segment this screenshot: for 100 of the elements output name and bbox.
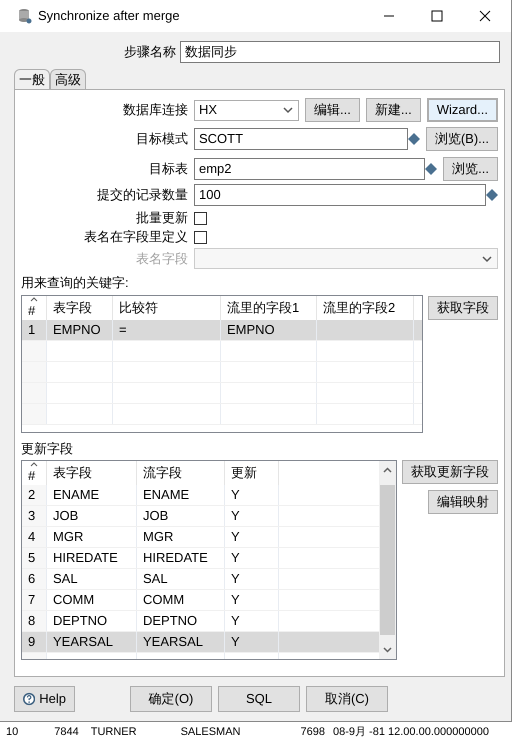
field-label: 步骤名称: [124, 43, 176, 62]
scroll-up-icon[interactable]: [383, 467, 392, 473]
table-cell: 6: [22, 569, 47, 589]
dialog-button[interactable]: SQL: [218, 686, 300, 712]
help-button[interactable]: Help: [14, 686, 75, 712]
table-cell: Y: [225, 632, 279, 652]
checkbox[interactable]: [194, 212, 207, 224]
field-label: 提交的记录数量: [97, 186, 188, 204]
checkbox[interactable]: [194, 230, 207, 244]
connection-dropdown[interactable]: HX: [194, 100, 300, 120]
field-label: 表名在字段里定义: [84, 228, 188, 246]
table-cell: Y: [225, 527, 279, 547]
connection-button[interactable]: Wizard...: [426, 98, 498, 122]
window-title: Synchronize after merge: [38, 7, 180, 26]
table-cell: COMM: [47, 590, 137, 610]
variable-icon: [408, 133, 420, 145]
table-cell-text: SALESMAN: [180, 724, 240, 740]
section-label: 更新字段: [21, 440, 74, 458]
browse-button[interactable]: 浏览(B)...: [426, 127, 498, 151]
table-cell: 7: [22, 590, 47, 610]
table-cell: ENAME: [137, 485, 225, 505]
table-cell: 4: [22, 527, 47, 547]
sort-caret-icon: [30, 296, 38, 302]
connection-button[interactable]: 编辑...: [305, 98, 360, 122]
table-row[interactable]: 6 SAL SAL Y: [22, 569, 379, 590]
scroll-down-icon[interactable]: [383, 647, 392, 653]
field-label: 目标模式: [136, 130, 188, 148]
table-row[interactable]: 4 MGR MGR Y: [22, 527, 379, 548]
empty-table-row[interactable]: [22, 404, 422, 424]
table-cell: EMPNO: [221, 320, 317, 340]
table-cell: EMPNO: [47, 320, 113, 340]
table-cell-text: 08-9月 -81 12.00.00.000000000: [332, 724, 489, 740]
table-cell: 9: [22, 632, 47, 652]
table-cell: Y: [225, 485, 279, 505]
table-row[interactable]: 8 DEPTNO DEPTNO Y: [22, 611, 379, 632]
table-row[interactable]: 2 ENAME ENAME Y: [22, 485, 379, 506]
table-cell: JOB: [137, 506, 225, 526]
table-cell: MGR: [47, 527, 137, 547]
table-row[interactable]: 7 COMM COMM Y: [22, 590, 379, 611]
table-row[interactable]: 9 YEARSAL YEARSAL Y: [22, 632, 379, 653]
variable-icon: [486, 189, 498, 201]
table-cell: JOB: [47, 506, 137, 526]
table-cell: 8: [22, 611, 47, 631]
text-field[interactable]: 100: [194, 184, 486, 206]
get-fields-button[interactable]: 获取字段: [428, 296, 498, 320]
tab[interactable]: 一般: [14, 69, 50, 89]
help-icon: [23, 691, 36, 707]
maximize-icon[interactable]: [431, 10, 443, 22]
text-field[interactable]: 数据同步: [180, 41, 500, 63]
table-cell: 2: [22, 485, 47, 505]
database-icon: [18, 8, 32, 24]
dialog-button[interactable]: 取消(C): [306, 686, 388, 712]
field-label: 数据库连接: [123, 101, 188, 120]
table-cell: YEARSAL: [137, 632, 225, 652]
empty-table-row[interactable]: [22, 362, 422, 382]
connection-button[interactable]: 新建...: [366, 98, 421, 122]
empty-table-row[interactable]: [22, 382, 422, 404]
dialog-button[interactable]: 确定(O): [130, 686, 212, 712]
table-cell: Y: [225, 569, 279, 589]
field-action-button[interactable]: 编辑映射: [428, 490, 498, 514]
field-label: 表名字段: [136, 250, 188, 268]
table-cell: Y: [225, 506, 279, 526]
table-cell-text: 7844: [54, 724, 79, 740]
table-cell: COMM: [137, 590, 225, 610]
table-cell-text: TURNER: [90, 724, 137, 740]
section-label: 用来查询的关键字:: [21, 274, 130, 292]
table-cell: SAL: [137, 569, 225, 589]
field-label: 目标表: [149, 160, 188, 178]
tab[interactable]: 高级: [50, 69, 86, 89]
table-cell: 5: [22, 548, 47, 568]
text-field[interactable]: SCOTT: [194, 128, 408, 150]
table-cell-text: 10: [6, 724, 18, 740]
table-cell: ENAME: [47, 485, 137, 505]
text-field[interactable]: emp2: [194, 158, 426, 180]
table-cell: DEPTNO: [137, 611, 225, 631]
table-cell: YEARSAL: [47, 632, 137, 652]
table-cell: =: [113, 320, 221, 340]
scrollbar-thumb[interactable]: [380, 485, 395, 635]
table-cell: 1: [22, 320, 47, 340]
field-label: 批量更新: [136, 209, 188, 228]
table-cell: SAL: [47, 569, 137, 589]
sort-caret-icon: [30, 462, 38, 467]
close-icon[interactable]: [479, 10, 491, 22]
field-action-button[interactable]: 获取更新字段: [402, 460, 498, 484]
browse-button[interactable]: 浏览...: [443, 157, 498, 181]
table-cell: HIREDATE: [47, 548, 137, 568]
table-cell-text: 7698: [300, 724, 325, 740]
scrollbar[interactable]: [379, 461, 396, 659]
variable-icon: [425, 163, 438, 175]
table-row[interactable]: 5 HIREDATE HIREDATE Y: [22, 548, 379, 569]
table-cell: Y: [225, 611, 279, 631]
table-row[interactable]: 3 JOB JOB Y: [22, 506, 379, 527]
table-cell: Y: [225, 590, 279, 610]
empty-table-row[interactable]: [22, 340, 422, 362]
table-cell: DEPTNO: [47, 611, 137, 631]
table-cell: Y: [225, 548, 279, 568]
table-row[interactable]: 1 EMPNO = EMPNO: [22, 320, 422, 340]
table-cell: HIREDATE: [137, 548, 225, 568]
table-cell: MGR: [137, 527, 225, 547]
table-cell: 3: [22, 506, 47, 526]
